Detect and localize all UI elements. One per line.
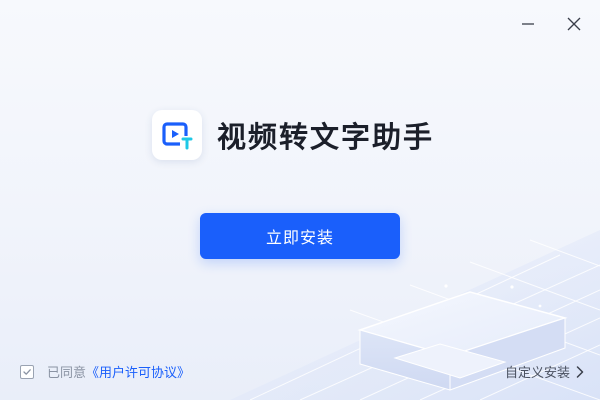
minimize-button[interactable] — [516, 12, 540, 36]
app-title: 视频转文字助手 — [217, 120, 435, 154]
chevron-right-icon — [576, 365, 584, 378]
minimize-icon — [522, 23, 534, 25]
close-button[interactable] — [562, 12, 586, 36]
close-icon — [567, 17, 581, 31]
custom-install-link[interactable]: 自定义安装 — [505, 362, 584, 381]
agree-prefix: 已同意 — [47, 366, 87, 381]
agreement-row: 已同意《用户许可协议》 — [20, 362, 190, 381]
background-decoration — [230, 230, 600, 400]
custom-install-label: 自定义安装 — [504, 366, 570, 381]
app-header: 视频转文字助手 — [152, 110, 434, 160]
checkmark-icon — [23, 368, 31, 375]
app-logo — [152, 110, 202, 160]
window-controls — [516, 12, 586, 36]
agreement-label: 已同意《用户许可协议》 — [47, 362, 190, 381]
agreement-checkbox[interactable] — [20, 364, 34, 379]
license-agreement-link[interactable]: 《用户许可协议》 — [86, 366, 190, 381]
installer-window: 视频转文字助手 立即安装 已同意《用户许可协议》 自定义安装 — [0, 0, 600, 400]
video-to-text-icon — [162, 122, 193, 150]
install-now-button[interactable]: 立即安装 — [200, 213, 400, 259]
